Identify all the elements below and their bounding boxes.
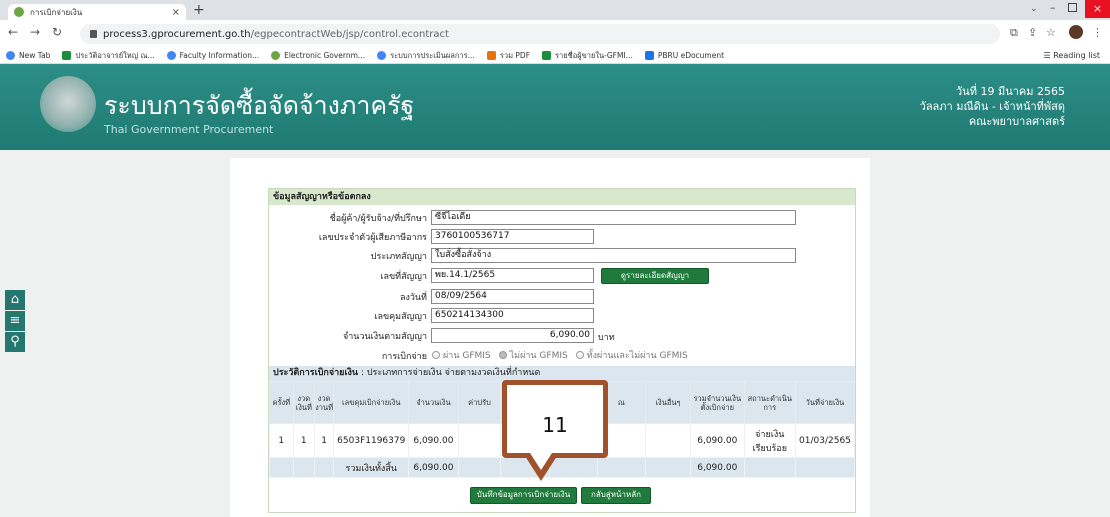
bookmark-item[interactable]: Faculty Information... — [166, 51, 259, 60]
url-host: process3.gprocurement.go.th — [103, 28, 251, 40]
col-header: รวมจำนวนเงินตั้งเบิกจ่าย — [690, 381, 745, 424]
bookmark-star-icon[interactable]: ☆ — [1046, 26, 1056, 39]
bookmark-item[interactable]: รวม PDF — [486, 50, 530, 62]
radio-no-gfmis[interactable] — [498, 351, 507, 359]
vendor-label: ชื่อผู้ค้า/ผู้รับจ้าง/ที่ปรึกษา — [329, 214, 427, 224]
url-field[interactable]: process3.gprocurement.go.th /egpecontrac… — [80, 24, 1000, 44]
contract-amount-label: จำนวนเงินตามสัญญา — [342, 332, 427, 342]
reading-list-button[interactable]: ☰ Reading list — [1044, 51, 1100, 60]
contract-section-title: ข้อมูลสัญญาหรือข้อตกลง — [269, 189, 855, 205]
cell: 6,090.00 — [408, 423, 459, 458]
maximize-icon[interactable] — [1068, 3, 1077, 12]
lock-icon — [90, 30, 97, 38]
col-header: จำนวนเงิน — [408, 381, 459, 424]
back-to-main-button[interactable]: กลับสู่หน้าหลัก — [581, 487, 651, 504]
col-header: วันที่จ่ายเงิน — [794, 381, 856, 424]
col-header: งวดงานที่ — [313, 381, 335, 424]
cell: 6,090.00 — [690, 423, 745, 458]
save-payment-button[interactable]: บันทึกข้อมูลการเบิกจ่ายเงิน — [470, 487, 577, 504]
bookmark-item[interactable]: PBRU eDocument — [644, 51, 724, 60]
url-path: /egpecontractWeb/jsp/control.econtract — [250, 28, 449, 40]
tab-search-icon[interactable]: ⌄ — [1030, 4, 1038, 14]
close-window-icon[interactable]: × — [1085, 0, 1110, 18]
user-org: คณะพยาบาลศาสตร์ — [968, 115, 1065, 128]
share-icon[interactable]: ⇪ — [1028, 26, 1037, 39]
payment-method-radio-group: ผ่าน GFMIS ไม่ผ่าน GFMIS ทั้งผ่านและไม่ผ… — [424, 348, 688, 362]
bookmark-item[interactable]: New Tab — [6, 51, 50, 60]
search-icon[interactable]: ⚲ — [5, 332, 25, 352]
col-header: เลขคุมเบิกจ่ายเงิน — [333, 381, 410, 424]
step-number: 11 — [542, 413, 568, 437]
translate-icon[interactable]: ⧉ — [1010, 26, 1018, 40]
government-seal-logo — [40, 76, 96, 132]
col-header: ครั้งที่ — [269, 381, 294, 424]
site-subtitle: Thai Government Procurement — [104, 123, 274, 136]
bookmark-item[interactable]: ระบบการประเมินผลการ... — [377, 50, 475, 62]
contract-date-field: 08/09/2564 — [431, 289, 594, 304]
cell: 1 — [292, 423, 315, 458]
tab-title: การเบิกจ่ายเงิน — [30, 7, 83, 17]
radio-both[interactable] — [575, 351, 584, 359]
browser-tab[interactable]: การเบิกจ่ายเงิน × — [8, 4, 186, 20]
current-date: วันที่ 19 มีนาคม 2565 — [956, 85, 1065, 98]
site-header: ระบบการจัดซื้อจัดจ้างภาครัฐ Thai Governm… — [0, 64, 1110, 150]
payment-history-title: ประวัติการเบิกจ่ายเงิน : ประเภทการจ่ายเง… — [269, 366, 855, 381]
radio-gfmis[interactable] — [432, 351, 440, 359]
user-name: วัลลภา มณีดิน - เจ้าหน้าที่พัสดุ — [919, 100, 1065, 113]
home-icon[interactable]: ⌂ — [5, 290, 25, 310]
browser-tabstrip: การเบิกจ่ายเงิน × + ⌄ – × — [0, 0, 1110, 20]
cell — [457, 423, 502, 458]
reload-icon[interactable]: ↻ — [52, 25, 62, 39]
vendor-field: ซีจีไอเดีย — [431, 210, 796, 225]
contract-type-label: ประเภทสัญญา — [370, 252, 427, 262]
view-contract-detail-button[interactable]: ดูรายละเอียดสัญญา — [601, 268, 709, 284]
forward-icon[interactable]: → — [30, 25, 40, 39]
status-cell: จ่ายเงินเรียบร้อย — [743, 423, 796, 458]
callout-pointer-icon — [523, 453, 559, 481]
cell: 1 — [269, 423, 294, 458]
bookmark-item[interactable]: Electronic Governm... — [271, 51, 365, 60]
bookmark-item[interactable]: รายชื่อผู้ขายใน-GFMI... — [542, 50, 633, 62]
new-tab-icon[interactable]: + — [193, 2, 205, 18]
contract-type-field: ใบสั่งซื้อสั่งจ้าง — [431, 248, 796, 263]
cell: 01/03/2565 — [794, 423, 856, 458]
user-info: วันที่ 19 มีนาคม 2565 วัลลภา มณีดิน - เจ… — [920, 84, 1065, 129]
cell: 1 — [313, 423, 335, 458]
back-icon[interactable]: ← — [8, 25, 18, 39]
list-menu-icon[interactable]: ≡ — [5, 311, 25, 331]
site-title: ระบบการจัดซื้อจัดจ้างภาครัฐ — [104, 91, 415, 120]
col-header: สถานะดำเนินการ — [743, 381, 796, 424]
bookmark-item[interactable]: ประวัติอาจารย์ใหญ่ ณ... — [62, 50, 155, 62]
total-label: รวมเงินทั้งสิ้น — [333, 457, 410, 478]
control-no-label: เลขคุมสัญญา — [374, 312, 427, 322]
site-favicon-icon — [14, 7, 24, 17]
control-no-field: 650214134300 — [431, 308, 594, 323]
bookmarks-bar: New Tab ประวัติอาจารย์ใหญ่ ณ... Faculty … — [0, 48, 1110, 64]
contract-amount-field: 6,090.00 — [431, 328, 594, 343]
menu-icon[interactable]: ⋮ — [1092, 26, 1103, 39]
taxid-field: 3760100536717 — [431, 229, 594, 244]
contract-date-label: ลงวันที่ — [399, 293, 427, 303]
close-tab-icon[interactable]: × — [172, 7, 180, 18]
currency-unit: บาท — [598, 333, 615, 343]
minimize-icon[interactable]: – — [1050, 1, 1056, 14]
col-header: งวดเงินที่ — [292, 381, 315, 424]
contract-no-field: พย.14.1/2565 — [431, 268, 594, 283]
cell: 6503F1196379 — [333, 423, 410, 458]
cell — [645, 423, 691, 458]
payment-method-label: การเบิกจ่าย — [381, 352, 427, 362]
total-sum: 6,090.00 — [690, 457, 745, 478]
col-header: ค่าปรับ — [457, 381, 502, 424]
contract-no-label: เลขที่สัญญา — [380, 272, 427, 282]
col-header: เงินอื่นๆ — [645, 381, 691, 424]
total-row: รวมเงินทั้งสิ้น 6,090.00 6,090.00 — [269, 457, 856, 478]
taxid-label: เลขประจำตัวผู้เสียภาษีอากร — [318, 233, 427, 243]
step-callout: 11 — [502, 380, 608, 458]
profile-avatar[interactable] — [1069, 25, 1083, 39]
side-toolbar: ⌂ ≡ ⚲ — [5, 290, 25, 353]
total-amount: 6,090.00 — [408, 457, 459, 478]
